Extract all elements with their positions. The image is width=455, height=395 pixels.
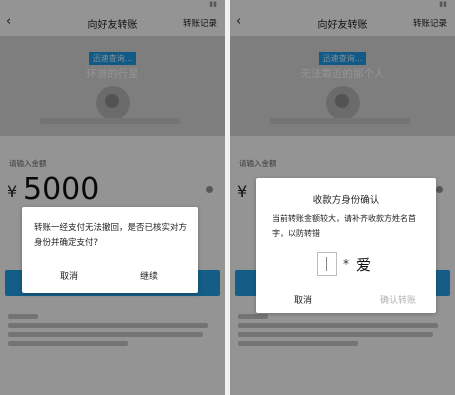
amount-label: 请输入金额 (9, 159, 47, 168)
confirm-payment-dialog: 转账一经支付无法撤回，是否已核实对方身份并确定支付? 取消 继续 (22, 207, 198, 293)
risk-notice (8, 314, 217, 346)
nav-bar: ‹ 向好友转账 转账记录 (230, 10, 455, 36)
status-bar: ▮▮ (230, 0, 455, 10)
currency-symbol: ¥ (7, 182, 18, 201)
avatar (95, 86, 130, 120)
currency-symbol: ¥ (237, 182, 248, 201)
payee-badge: 迅速查询... (230, 46, 455, 65)
risk-notice-line (238, 323, 438, 328)
surname-input[interactable] (317, 252, 337, 276)
amount-value: 5000 (23, 172, 100, 207)
risk-notice (238, 314, 447, 346)
nav-bar: ‹ 向好友转账 转账记录 (0, 10, 225, 36)
payee-badge-label: 迅速查询... (318, 52, 367, 65)
transfer-record-link[interactable]: 转账记录 (413, 17, 447, 29)
payee-identity-dialog: 收款方身份确认 当前转账金额较大，请补齐收款方姓名首字，以防转错 * 爱 取消 … (256, 178, 436, 313)
given-name-char: 爱 (356, 256, 372, 274)
clear-icon[interactable] (436, 186, 443, 193)
status-bar: ▮▮ (0, 0, 225, 10)
confirm-transfer-button[interactable]: 确认转账 (380, 293, 416, 306)
risk-notice-line (8, 332, 203, 337)
blurred-account-text (270, 118, 410, 124)
blurred-account-text (40, 118, 180, 124)
cancel-button[interactable]: 取消 (294, 293, 312, 306)
risk-notice-line (238, 332, 433, 337)
payee-badge: 迅速查询... (0, 46, 225, 65)
continue-button[interactable]: 继续 (140, 269, 158, 282)
amount-input[interactable]: ¥ 5000 (5, 172, 225, 208)
masked-char: * (343, 257, 349, 271)
risk-notice-line (8, 314, 38, 319)
risk-notice-line (238, 341, 358, 346)
status-icons: ▮▮ (439, 0, 447, 8)
risk-notice-line (8, 323, 208, 328)
payee-nickname: 环游的行星 (86, 68, 139, 80)
transfer-record-link[interactable]: 转账记录 (183, 17, 217, 29)
amount-label: 请输入金额 (239, 159, 277, 168)
avatar (325, 86, 360, 120)
dialog-message: 转账一经支付无法撤回，是否已核实对方身份并确定支付? (34, 223, 188, 248)
text-cursor (326, 257, 327, 271)
cancel-button[interactable]: 取消 (60, 269, 78, 282)
right-transfer-screen: ▮▮ ‹ 向好友转账 转账记录 迅速查询... 无法靠近的那个人 请输入金额 ¥… (230, 0, 455, 395)
dialog-title: 收款方身份确认 (312, 195, 380, 206)
left-transfer-screen: ▮▮ ‹ 向好友转账 转账记录 迅速查询... 环游的行星 请输入金额 ¥ 50… (0, 0, 225, 395)
payee-badge-label: 迅速查询... (88, 52, 137, 65)
clear-icon[interactable] (206, 186, 213, 193)
risk-notice-line (238, 314, 268, 319)
status-icons: ▮▮ (209, 0, 217, 8)
risk-notice-line (8, 341, 128, 346)
payee-nickname: 无法靠近的那个人 (300, 68, 385, 80)
dialog-message: 当前转账金额较大，请补齐收款方姓名首字，以防转错 (272, 214, 416, 238)
